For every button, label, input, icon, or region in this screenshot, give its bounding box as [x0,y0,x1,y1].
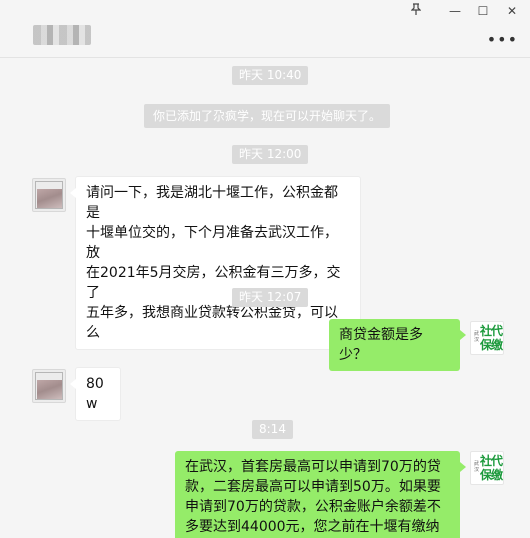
message-line: 五年多，我想商业贷款转公积金贷，可以么 [86,305,338,341]
avatar-logo-text: 社代 保缴 [480,324,503,352]
timestamp-badge: 8:14 [252,420,293,439]
more-options-icon[interactable]: ••• [487,30,518,49]
my-avatar[interactable]: 武汉 社代 保缴 [470,321,504,355]
message-line: 申请到70万的贷款，公积金账户余额差不 [185,499,441,515]
avatar-frame [35,181,63,209]
contact-avatar[interactable] [32,369,66,403]
system-notice: 你已添加了尕疯学，现在可以开始聊天了。 [144,104,391,128]
title-bar: — ☐ ✕ ••• [0,0,530,58]
avatar-frame [35,372,63,400]
incoming-message-bubble[interactable]: 80w [70,367,121,421]
message-line: 请问一下，我是湖北十堰工作，公积金都是 [86,185,338,221]
close-button[interactable]: ✕ [501,2,523,20]
message-line: 十堰单位交的，下个月准备去武汉工作，放 [86,225,338,261]
message-line: 在2021年5月交房，公积金有三万多，交了 [86,265,341,301]
avatar-logo-text: 社代 保缴 [480,454,503,482]
incoming-message-bubble[interactable]: 请问一下，我是湖北十堰工作，公积金都是 十堰单位交的，下个月准备去武汉工作，放 … [70,176,361,350]
maximize-button[interactable]: ☐ [472,2,494,20]
message-line: 款，二套房最高可以申请到50万。如果要 [185,479,441,495]
my-avatar[interactable]: 武汉 社代 保缴 [470,451,504,485]
message-line: 在武汉，首套房最高可以申请到70万的贷 [185,459,441,475]
outgoing-message-bubble[interactable]: 商贷金额是多少？ [329,319,466,371]
contact-avatar[interactable] [32,178,66,212]
outgoing-message-bubble[interactable]: 在武汉，首套房最高可以申请到70万的贷 款，二套房最高可以申请到50万。如果要 … [175,451,466,538]
chat-history[interactable]: 昨天 10:40 你已添加了尕疯学，现在可以开始聊天了。 昨天 12:00 请问… [0,59,530,538]
timestamp-badge: 昨天 10:40 [232,66,309,85]
pin-icon[interactable] [405,2,427,20]
contact-name-blurred [33,25,91,45]
timestamp-badge: 昨天 12:00 [232,145,309,164]
timestamp-badge: 昨天 12:07 [232,288,309,307]
message-line: 多要达到44000元，您之前在十堰有缴纳公 [185,519,440,535]
minimize-button[interactable]: — [444,2,466,20]
